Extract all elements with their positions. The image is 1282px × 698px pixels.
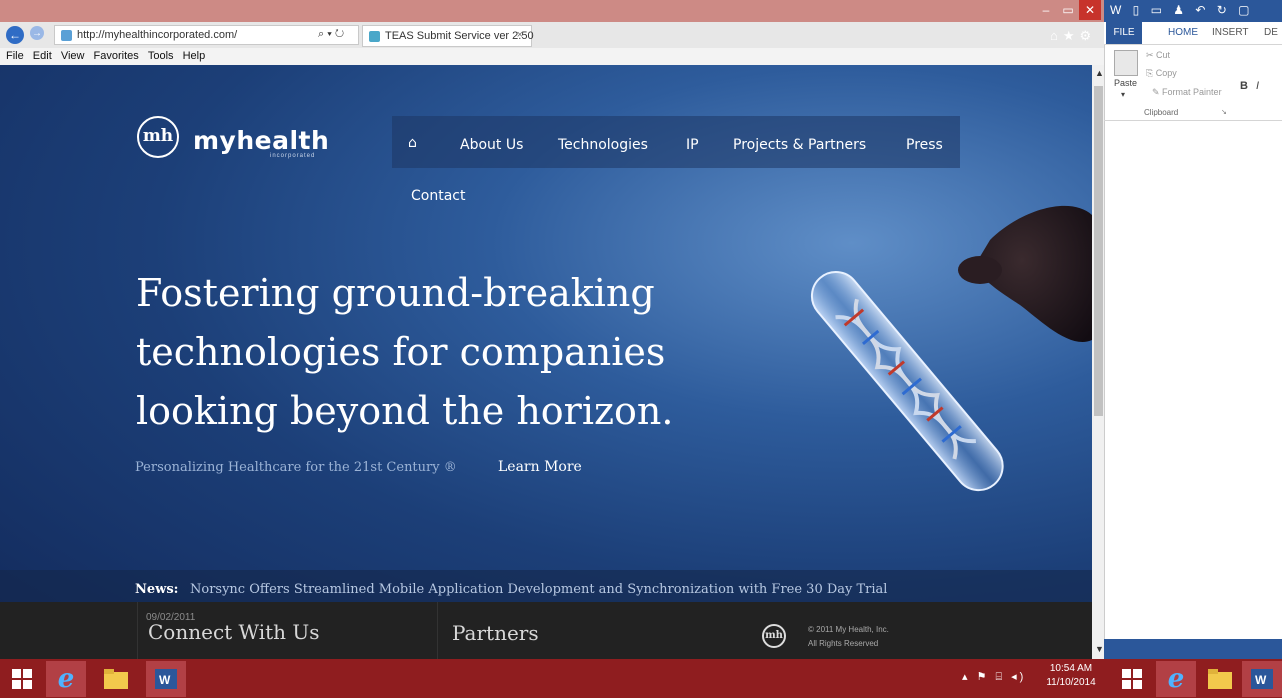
- back-button[interactable]: ←: [6, 26, 24, 44]
- logo-subtitle: incorporated: [270, 153, 316, 159]
- internet-explorer-icon: e: [1167, 664, 1185, 694]
- taskbar-explorer-button-2[interactable]: [1200, 661, 1240, 697]
- windows-logo-icon: [1122, 669, 1142, 689]
- footer-logo-icon: mh: [762, 624, 786, 648]
- folder-icon: [1208, 669, 1232, 689]
- footer-copyright: © 2011 My Health, Inc. All Rights Reserv…: [808, 623, 889, 651]
- window-controls: – ▭ ✕: [1035, 0, 1101, 20]
- menu-view[interactable]: View: [61, 50, 85, 62]
- word-tab-design[interactable]: DE: [1264, 27, 1278, 38]
- system-tray-icons[interactable]: ▴ ⚑ ⌸ ◂): [962, 670, 1026, 684]
- nav-about-us[interactable]: About Us: [460, 137, 523, 153]
- address-bar[interactable]: http://myhealthincorporated.com/: [54, 25, 359, 45]
- scroll-down-icon[interactable]: ▼: [1095, 644, 1104, 654]
- hero-tagline: Personalizing Healthcare for the 21st Ce…: [135, 460, 457, 475]
- home-favorites-settings-icons[interactable]: ⌂★⚙: [1050, 28, 1096, 44]
- forward-arrow-icon: →: [32, 27, 42, 39]
- browser-titlebar: [0, 0, 1104, 22]
- word-tab-file[interactable]: FILE: [1106, 22, 1142, 44]
- menu-file[interactable]: File: [6, 50, 24, 62]
- news-headline-link[interactable]: Norsync Offers Streamlined Mobile Applic…: [190, 582, 887, 597]
- copy-button[interactable]: ⎘ Copy: [1146, 68, 1177, 79]
- address-url: http://myhealthincorporated.com/: [77, 29, 238, 41]
- clock-date: 11/10/2014: [1046, 677, 1096, 688]
- maximize-button[interactable]: ▭: [1057, 0, 1079, 20]
- news-label: News:: [135, 582, 179, 597]
- word-icon: W: [1251, 669, 1273, 689]
- learn-more-link[interactable]: Learn More: [498, 459, 582, 475]
- address-tools[interactable]: ⌕ ▾ ↻: [318, 28, 344, 41]
- word-tab-home[interactable]: HOME: [1168, 27, 1198, 38]
- nav-technologies[interactable]: Technologies: [558, 137, 648, 153]
- taskbar-ie-button[interactable]: e: [46, 661, 86, 697]
- bold-button[interactable]: B: [1240, 80, 1248, 92]
- partners-heading: Partners: [452, 621, 539, 645]
- logo-mark-icon[interactable]: mh: [137, 116, 179, 158]
- cut-button[interactable]: ✂ Cut: [1146, 50, 1170, 61]
- word-quick-access-toolbar[interactable]: W ▯ ▭ ♟ ↶ ↻ ▢: [1110, 3, 1253, 17]
- format-painter-button[interactable]: ✎ Format Painter: [1152, 87, 1222, 98]
- menu-bar: File Edit View Favorites Tools Help: [0, 48, 1104, 65]
- paste-button[interactable]: Paste: [1114, 78, 1137, 88]
- scroll-thumb[interactable]: [1094, 86, 1103, 416]
- paste-dropdown-icon[interactable]: ▾: [1121, 90, 1125, 99]
- ribbon-divider: [1104, 120, 1282, 121]
- back-arrow-icon: ←: [9, 28, 21, 42]
- clipboard-group-label: Clipboard: [1144, 108, 1179, 117]
- taskbar-clock[interactable]: 10:54 AM 11/10/2014: [1040, 662, 1102, 690]
- nav-projects-partners[interactable]: Projects & Partners: [733, 137, 866, 153]
- start-button-2[interactable]: [1112, 661, 1152, 697]
- word-window: [1104, 0, 1282, 659]
- site-favicon-icon: [61, 30, 72, 41]
- paste-icon[interactable]: [1114, 50, 1138, 76]
- logo-text[interactable]: myhealth: [193, 126, 329, 155]
- taskbar-explorer-button[interactable]: [96, 661, 136, 697]
- tab-favicon-icon: [369, 31, 380, 42]
- nav-home-icon[interactable]: ⌂: [408, 135, 417, 151]
- menu-edit[interactable]: Edit: [33, 50, 52, 62]
- scroll-up-icon[interactable]: ▲: [1095, 68, 1104, 78]
- forward-button[interactable]: →: [30, 26, 44, 40]
- start-button[interactable]: [2, 661, 42, 697]
- menu-help[interactable]: Help: [183, 50, 206, 62]
- connect-with-us-heading: Connect With Us: [148, 620, 320, 644]
- test-tube-hand-image: [810, 205, 1092, 492]
- taskbar-ie-button-2[interactable]: e: [1156, 661, 1196, 697]
- nav-ip[interactable]: IP: [686, 137, 699, 153]
- hero-headline: Fostering ground-breaking technologies f…: [136, 271, 674, 433]
- clipboard-launcher-icon[interactable]: ↘: [1221, 108, 1227, 116]
- nav-contact[interactable]: Contact: [411, 188, 465, 204]
- nav-press[interactable]: Press: [906, 137, 943, 153]
- menu-favorites[interactable]: Favorites: [94, 50, 139, 62]
- tab-close-icon[interactable]: ×: [517, 29, 523, 41]
- browser-tab[interactable]: TEAS Submit Service ver 2.50 ×: [362, 25, 534, 47]
- word-status-bar: [1104, 639, 1282, 659]
- taskbar-word-button[interactable]: W: [146, 661, 186, 697]
- word-icon: W: [155, 669, 177, 689]
- close-button[interactable]: ✕: [1079, 0, 1101, 20]
- svg-text:W: W: [1255, 673, 1267, 687]
- copyright-text: © 2011 My Health, Inc.: [808, 625, 889, 634]
- word-tab-insert[interactable]: INSERT: [1212, 27, 1249, 38]
- internet-explorer-icon: e: [57, 664, 75, 694]
- rights-text: All Rights Reserved: [808, 639, 879, 648]
- svg-text:W: W: [159, 673, 171, 687]
- clock-time: 10:54 AM: [1049, 663, 1093, 674]
- minimize-button[interactable]: –: [1035, 0, 1057, 20]
- menu-tools[interactable]: Tools: [148, 50, 174, 62]
- taskbar-word-button-2[interactable]: W: [1242, 661, 1282, 697]
- tab-title: TEAS Submit Service ver 2.50: [385, 30, 534, 42]
- folder-icon: [104, 669, 128, 689]
- windows-logo-icon: [12, 669, 32, 689]
- italic-button[interactable]: I: [1256, 80, 1259, 92]
